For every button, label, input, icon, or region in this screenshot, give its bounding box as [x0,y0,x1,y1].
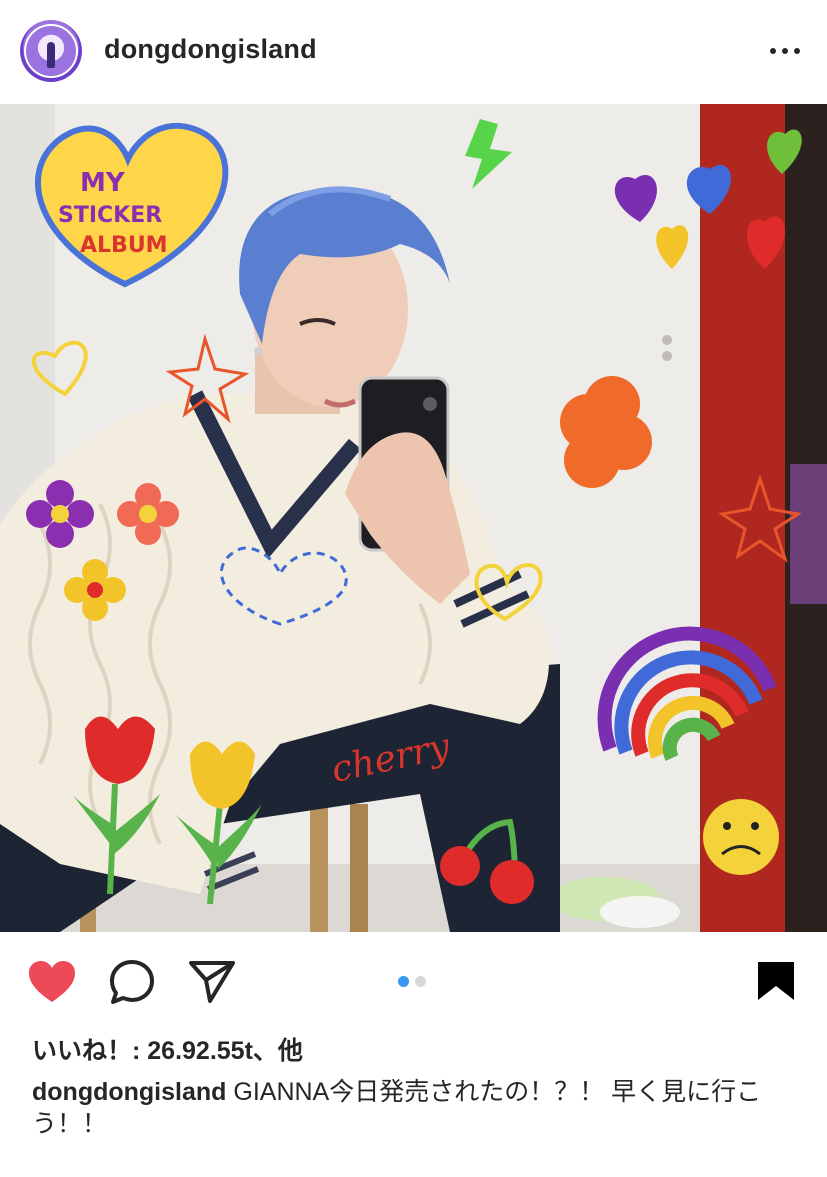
post-username[interactable]: dongdongisland [104,34,317,65]
post-header: dongdongisland [0,0,827,104]
post-photo[interactable]: MY STICKER ALBUM cherry [0,104,827,932]
paper-plane-icon[interactable] [188,958,236,1004]
photo-illustration: MY STICKER ALBUM cherry [0,104,827,932]
avatar-figure [47,42,55,68]
carousel-dot-2[interactable] [415,976,426,987]
sad-face-doodle [703,799,779,875]
carousel-dot-1[interactable] [398,976,409,987]
likes-count[interactable]: いいね！: 26.92.55t、他 [32,1031,303,1067]
bookmark-icon[interactable] [756,960,796,1002]
profile-avatar[interactable] [20,20,82,82]
caption-username[interactable]: dongdongisland [32,1078,226,1106]
sticker-text-my: MY [80,168,126,198]
sticker-text-album: ALBUM [80,233,168,258]
more-options-icon[interactable] [760,36,810,66]
heart-icon[interactable] [28,960,76,1004]
carousel-indicator [398,976,426,987]
comment-icon[interactable] [108,958,156,1006]
post-caption: dongdongisland GIANNA今日発売されたの！？！ 早く見に行こう… [32,1076,802,1140]
sticker-text-sticker: STICKER [58,203,162,228]
